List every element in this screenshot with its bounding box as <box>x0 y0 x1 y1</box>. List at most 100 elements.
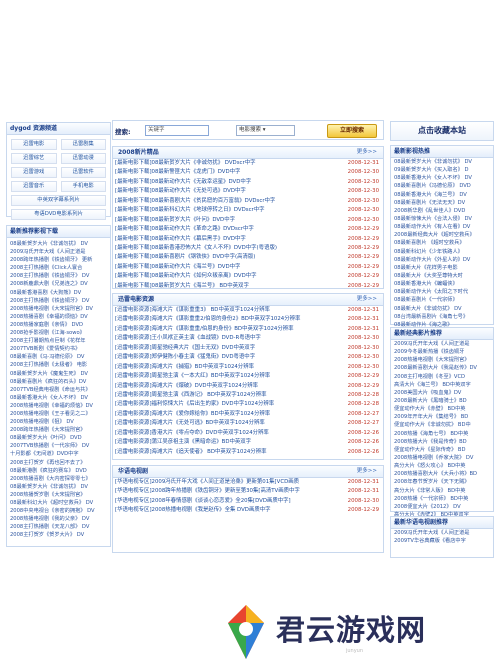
list-item-link[interactable]: [迅雷电影资源]周星驰经典大片《国士无双》DVD中英双字 <box>115 344 337 353</box>
left-recommend-item[interactable]: 2008热播电视剧《狙》 DV <box>10 418 107 426</box>
list-item-link[interactable]: [迅雷电影资源]香港大片《零点夺命》DVD中英双字1024分辨率 <box>115 429 337 438</box>
left-recommend-item[interactable]: 2008热播电视剧《幸福的烦恼》DV <box>10 402 107 410</box>
list-item-link[interactable]: [最新电影下载]08最新贺岁大片《叶问》DVD中字 <box>115 216 337 225</box>
right-list-item[interactable]: 08最新香港大片《蝙蝠侠》 <box>391 280 493 288</box>
list-item-link[interactable]: [迅雷电影资源]海滩大片《爆破》DVD中英双字1024分辨率 <box>115 382 337 391</box>
right-list-item[interactable]: 2009冯氏开年大戏《人间正道是 <box>391 340 493 348</box>
left-recommend-item[interactable]: 08最新贺岁大片《叶问》 DVD <box>10 434 107 442</box>
left-recommend-item[interactable]: 2007TVB经典电视剧《命运与共》 <box>10 386 107 394</box>
list-item-link[interactable]: [迅雷电影资源]王小凤袱正英主演《血战镜》DVD-R粤语中字 <box>115 334 337 343</box>
search-input[interactable]: 关键字 <box>145 125 209 136</box>
left-recommend-item[interactable]: 2008主打热播剧《铁齿铜牙》 DV <box>10 297 107 305</box>
list-item-link[interactable]: [最新电影下载]08最新动作大片《幕后黑手》DVD中字 <box>115 235 337 244</box>
list-item-link[interactable]: [迅雷电影资源]海滩大片《爱你嫁给你》BD中英双字1024分辨率 <box>115 410 337 419</box>
left-recommend-item[interactable]: 2009冯氏开年大戏《人间正道是 <box>10 248 107 256</box>
list-item-link[interactable]: [迅雷电影资源]海滩大片《谋影重重/伯恩的身份》BD中英双字1024分辨率 <box>115 325 337 334</box>
list-item-link[interactable]: [迅雷电影资源]福利惊悚大片《后出生的家》DVD中字1024分辨率 <box>115 400 337 409</box>
left-recommend-item[interactable]: 2007TVB新剧《爱情契约书》 <box>10 345 107 353</box>
left-recommend-item[interactable]: 2008主打贺岁《再也回不去了》 <box>10 459 107 467</box>
right-list-item[interactable]: 2008年春节贺岁片《天下无贼》 <box>391 478 493 486</box>
category-button[interactable]: 手机电影 <box>60 181 106 192</box>
category-button[interactable]: 迅雷游戏 <box>11 167 57 178</box>
right-list-item[interactable]: 高分大片《怒火攻心》 BD中英 <box>391 462 493 470</box>
left-recommend-item[interactable]: 2008主打贺岁《贺岁大片》 DV <box>10 531 107 539</box>
search-type-select[interactable]: 电影搜索 ▾ <box>236 125 295 136</box>
right-list-item[interactable]: 08最新动作大片《有人在看》DV <box>391 223 493 231</box>
right-list-item[interactable]: 2008主打电视剧《冬至》VCD <box>391 373 493 381</box>
list-item-link[interactable]: [最新电影下载]08最新喜剧片《钢铁侠》DVD中字(高清版) <box>115 253 337 262</box>
left-recommend-item[interactable]: 2008跨年热播剧《大宋提刑官》 <box>10 426 107 434</box>
list-item-link[interactable]: [最新电影下载]08最新动作大片《海兰号》DVD中字 <box>115 263 337 272</box>
left-recommend-item[interactable]: 08最新香港大片《女人不坏》 DV <box>10 394 107 402</box>
right-list-item[interactable]: 2009今冬最新热播《铁齿铜牙 <box>391 348 493 356</box>
left-recommend-item[interactable]: 2008主打热播剧《天龙八部》 DV <box>10 523 107 531</box>
right-list-item[interactable]: 2008美国大片《吸血鬼》DV <box>391 389 493 397</box>
right-list-item[interactable]: 08最新香港大片《女人不坏》 DV <box>391 174 493 182</box>
left-recommend-item[interactable]: 08最新科幻大片《超时空救兵》 DV <box>10 499 107 507</box>
list-item-link[interactable]: [最新电影下载]08最新科幻大片《地球停转之日》DVDscr中字 <box>115 206 337 215</box>
left-recommend-item[interactable]: 2008热播电视剧《大宋提刑官》DV <box>10 305 107 313</box>
right-list-item[interactable]: 08最新科幻片《少年铁路人》 <box>391 248 493 256</box>
right-list-item[interactable]: 高分大片《非常人贩》 BD中英 <box>391 487 493 495</box>
list-item-link[interactable]: [迅雷电影资源]郑伊健陈小春主演《猛鬼街》DVD粤语中字 <box>115 353 337 362</box>
right-list-item[interactable]: 08最新动作大片《外星人的》DV <box>391 256 493 264</box>
left-recommend-item[interactable]: 十月影都《无间道》DVD中字 <box>10 450 107 458</box>
right-list-item[interactable]: 2008新华剧《乱世佳人》DVD <box>391 207 493 215</box>
list-item-link[interactable]: [迅雷电影资源]海滩大片《谋影重重2/伯恩的身份2》BD中英双字1024分辨率 <box>115 315 337 324</box>
left-recommend-item[interactable]: 2008主打热播剧《Click人寰合 <box>10 264 107 272</box>
right-list-item[interactable]: 2009年开年大片《集结号》 BD <box>391 413 493 421</box>
list-item-link[interactable]: [迅雷电影资源]海滩大片《捕猎》BD中英双字1024分辨率 <box>115 363 337 372</box>
right-list-item[interactable]: 08最新喜剧片 《超时空救兵》 <box>391 239 493 247</box>
right-list-item[interactable]: 2008便宜大片《2012》 DV <box>391 503 493 511</box>
left-recommend-item[interactable]: 08最新香港喜剧《大狗熊》DV <box>10 289 107 297</box>
list-item-link[interactable]: [最新电影下载]08最新贺岁大片《非诚勿扰》 DVDscr中字 <box>115 159 337 168</box>
left-recommend-item[interactable]: 2008热播家庭剧《亲情》 DVD <box>10 321 107 329</box>
right-list-item[interactable]: 2008最新喜剧大片《我是赵传》DV <box>391 364 493 372</box>
left-recommend-item[interactable]: 2008热播电视剧《我的父亲》 DV <box>10 515 107 523</box>
left-recommend-item[interactable]: 2008抢手影视剧《江海·sowo》 <box>10 329 107 337</box>
right-list-item[interactable]: 08最新大片《非诚勿扰》 DV <box>391 305 493 313</box>
right-list-item[interactable]: 08最新喜剧片《无法无天》DV <box>391 199 493 207</box>
category-button[interactable]: 迅雷综艺 <box>11 153 57 164</box>
list-item-link[interactable]: [迅雷电影资源]海滩大片《追天使者》 BD中英双字1024分辨率 <box>115 448 337 457</box>
left-recommend-item[interactable]: 2008新鹿鼎大剧《兄弟连之》DV <box>10 280 107 288</box>
right-list-item[interactable]: 便宜动作大片《星际传奇》 BD <box>391 446 493 454</box>
list-item-link[interactable]: [最新电影下载]08最新贺岁大片《海兰号》 BD中英双字 <box>115 282 337 291</box>
tv-series-more-link[interactable]: 更多>> <box>357 466 377 477</box>
right-list-item[interactable]: 09最新贺岁大片《买入取名》 D <box>391 166 493 174</box>
left-recommend-item[interactable]: 2008跨年热播剧《铁齿铜牙》 更新 <box>10 256 107 264</box>
right-list-item[interactable]: 08最新贺岁大片《非诚勿扰》 DV <box>391 158 493 166</box>
list-item-link[interactable]: [最新电影下载]08最新动作大片《如何众叛亲离》DVD中字 <box>115 272 337 281</box>
right-list-item[interactable]: 2008热播喜剧大片《大兵小将》BD <box>391 470 493 478</box>
left-recommend-item[interactable]: 2008热播喜剧《幸福的烦恼》DV <box>10 313 107 321</box>
left-recommend-item[interactable]: 2008热播喜剧《大内密探零零七》 <box>10 475 107 483</box>
right-list-item[interactable]: 08最新喜剧片《一代宗师》 <box>391 296 493 304</box>
category-button[interactable]: 中英双字幕系列片 <box>11 195 106 206</box>
left-recommend-item[interactable]: 2008主打暑期热点巨制《花样年 <box>10 337 107 345</box>
search-button[interactable]: 立即搜索 <box>327 124 377 138</box>
right-list-item[interactable]: 2009TV华谷典藏版《看店中字 <box>391 537 493 545</box>
category-button[interactable]: 迅雷剧集 <box>60 139 106 150</box>
left-recommend-item[interactable]: 08最新喜剧《马·冯德伦原》 DV <box>10 353 107 361</box>
list-item-link[interactable]: [迅雷电影资源]海滩大片《无处可逃》BD中英双字1024分辨率 <box>115 419 337 428</box>
list-item-link[interactable]: [华语电视专区]2008热播电视剧《我是赵传》全集 DVD画质中字 <box>115 506 337 515</box>
category-button[interactable]: 迅雷软件 <box>60 167 106 178</box>
right-list-item[interactable]: 2008最新经典大片《超时空救兵》 <box>391 231 493 239</box>
list-item-link[interactable]: [华语电视专区]2008年春情感剧《谈谈心恋恋爱》全20集[DVD画质中字] <box>115 497 337 506</box>
list-item-link[interactable]: [迅雷电影资源]周星驰主演《西游记》 BD中英双字1024分辨率 <box>115 391 337 400</box>
list-item-link[interactable]: [最新电影下载]08最新动作大片《无处可逃》DVD中字 <box>115 187 337 196</box>
category-button[interactable]: 迅雷动漫 <box>60 153 106 164</box>
left-recommend-item[interactable]: 08最新贺岁大片《非诚勿扰》 DV <box>10 240 107 248</box>
right-list-item[interactable]: 08最新香港大片《海兰号》 DV <box>391 191 493 199</box>
thunder-resource-more-link[interactable]: 更多>> <box>357 294 377 305</box>
left-recommend-item[interactable]: 2008主打热播剧《铁齿铜牙》 DV <box>10 272 107 280</box>
right-list-item[interactable]: 08最新喜剧片《冯德伦原》 DVD <box>391 182 493 190</box>
list-item-link[interactable]: [最新电影下载]08最新喜剧大片《贫民窟的百万富翁》DVDscr中字 <box>115 197 337 206</box>
new-movies-more-link[interactable]: 更多>> <box>357 147 377 158</box>
right-list-item[interactable]: 2008热播《海角七号》 BD中英 <box>391 430 493 438</box>
left-recommend-item[interactable]: 08最新港剧《疯狂的赛车》 DVD <box>10 467 107 475</box>
list-item-link[interactable]: [最新电影下载]08最新动作大片《革命之路》DVDscr中字 <box>115 225 337 234</box>
right-list-item[interactable]: 2008热播大片《我是传奇》BD <box>391 438 493 446</box>
list-item-link[interactable]: [迅雷电影资源]蒲江吴彦祖主演《黑暗命运》BD中英双字 <box>115 438 337 447</box>
bookmark-site-button[interactable]: 点击收藏本站 <box>390 121 494 141</box>
